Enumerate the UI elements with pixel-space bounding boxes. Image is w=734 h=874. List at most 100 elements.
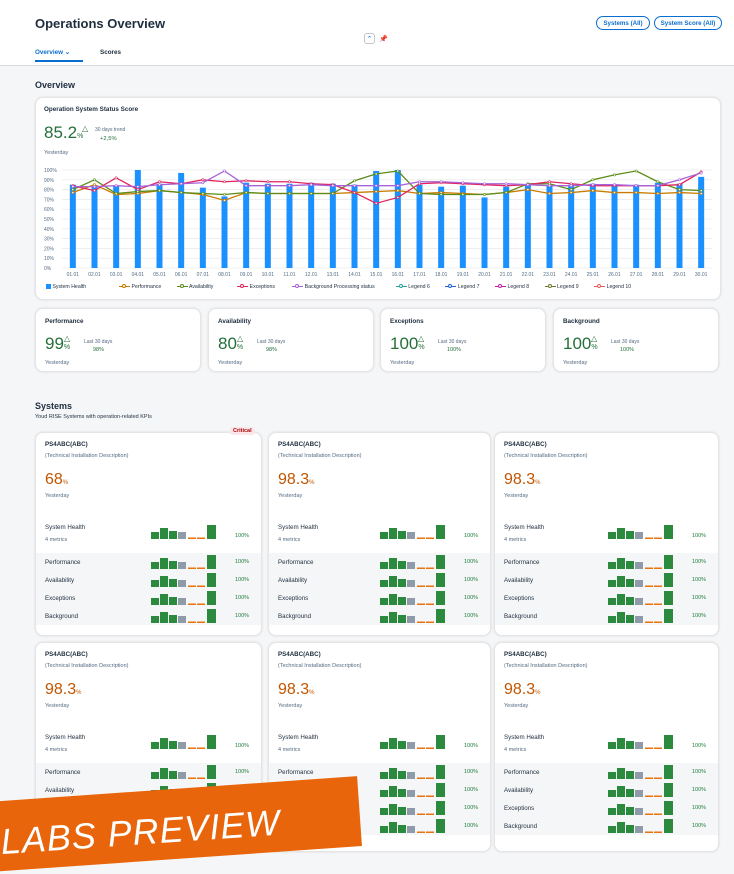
point-performance: [678, 191, 681, 194]
metric-row[interactable]: Performance 100%: [36, 763, 261, 781]
kpi-card-background[interactable]: Background 100% △ Last 30 days 100% Yesterday: [553, 308, 719, 372]
point-background-processing-status: [309, 183, 313, 187]
x-tick-label: 17.01: [413, 272, 426, 278]
metric-percent: 100%: [692, 595, 707, 601]
metric-percent: 100%: [464, 769, 479, 775]
point-background-processing-status: [266, 184, 270, 188]
bar-system-health: [633, 184, 640, 268]
system-health-metrics: 4 metrics: [45, 537, 68, 543]
metric-row[interactable]: Availability 100%: [269, 571, 490, 589]
point-performance: [591, 189, 595, 192]
point-background-processing-status: [504, 182, 508, 186]
y-tick-label: 50%: [44, 217, 55, 223]
point-background-processing-status: [114, 184, 118, 188]
kpi-card-exceptions[interactable]: Exceptions 100% △ Last 30 days 100% Yesterday: [380, 308, 546, 372]
metric-row[interactable]: Background 100%: [495, 817, 718, 835]
chevron-up-icon[interactable]: ⌃: [364, 33, 375, 44]
point-background-processing-status: [613, 183, 616, 187]
system-card[interactable]: PS4ABC(ABC) (Technical Installation Descr…: [35, 432, 262, 636]
system-description: (Technical Installation Description): [504, 663, 588, 669]
point-background-processing-status: [353, 184, 356, 188]
metric-row[interactable]: Performance 100%: [36, 553, 261, 571]
system-card[interactable]: PS4ABC(ABC) (Technical Installation Descr…: [494, 432, 719, 636]
x-tick-label: 22.01: [522, 272, 535, 278]
pin-icon[interactable]: 📌: [378, 33, 389, 44]
system-health-metrics: 4 metrics: [504, 747, 527, 753]
metric-rows: Performance100%Availability100%Exception…: [495, 763, 718, 835]
bar-system-health: [611, 184, 618, 268]
overview-heading: Overview: [35, 80, 76, 90]
system-score: 98.3%: [504, 471, 541, 488]
system-health-percent: 100%: [464, 743, 479, 749]
x-tick-label: 11.01: [283, 272, 295, 278]
point-background-processing-status: [483, 182, 486, 186]
system-name: PS4ABC(ABC): [504, 651, 547, 658]
metric-row[interactable]: Exceptions 100%: [495, 589, 718, 607]
metric-row[interactable]: Background 100%: [269, 607, 490, 625]
bar-system-health: [243, 182, 250, 268]
y-tick-label: 60%: [44, 207, 55, 213]
point-availability: [396, 169, 400, 173]
kpi-date-label: Yesterday: [218, 360, 243, 366]
kpi-title: Performance: [45, 318, 84, 325]
system-description: (Technical Installation Description): [45, 663, 129, 669]
metric-row[interactable]: Availability 100%: [495, 781, 718, 799]
system-score-filter-button[interactable]: System Score (All): [654, 16, 722, 30]
metric-row[interactable]: Exceptions 100%: [269, 589, 490, 607]
metric-row[interactable]: Performance 100%: [269, 553, 490, 571]
kpi-card-performance[interactable]: Performance 99% △ Last 30 days 98% Yesterday: [35, 308, 201, 372]
metric-row[interactable]: Availability 100%: [495, 571, 718, 589]
point-background-processing-status: [634, 184, 638, 188]
metric-percent: 100%: [692, 769, 707, 775]
line-performance: [72, 183, 702, 202]
system-health-label: System Health: [278, 524, 319, 531]
point-availability: [266, 192, 270, 195]
metric-row[interactable]: Exceptions 100%: [36, 589, 261, 607]
point-availability: [244, 191, 248, 194]
kpi-period-label: Last 30 days: [611, 339, 640, 345]
system-score-label: Yesterday: [45, 493, 70, 499]
tab-scores[interactable]: Scores: [100, 49, 121, 56]
metric-row[interactable]: Performance 100%: [495, 553, 718, 571]
metric-label: Availability: [504, 577, 534, 584]
legend-item: Availability: [176, 283, 213, 290]
point-performance: [548, 192, 551, 195]
metric-percent: 100%: [692, 823, 707, 829]
metric-row[interactable]: Exceptions 100%: [495, 799, 718, 817]
system-score-label: Yesterday: [45, 703, 70, 709]
metric-label: Availability: [504, 787, 534, 794]
legend-item: Legend 10: [594, 283, 631, 290]
bar-system-health: [459, 185, 466, 268]
line-background-processing-status: [72, 170, 702, 188]
tab-overview[interactable]: Overview ⌄: [35, 49, 70, 56]
bar-system-health: [286, 183, 293, 268]
point-exceptions: [288, 180, 291, 184]
point-background-processing-status: [331, 184, 335, 188]
system-card[interactable]: PS4ABC(ABC) (Technical Installation Descr…: [268, 432, 491, 636]
legend-item: Legend 9: [544, 283, 579, 290]
metric-row[interactable]: Availability 100%: [36, 571, 261, 589]
point-exceptions: [158, 180, 161, 184]
point-background-processing-status: [461, 181, 465, 185]
metric-row[interactable]: Background 100%: [495, 607, 718, 625]
x-tick-label: 24.01: [565, 272, 578, 278]
system-score-label: Yesterday: [278, 703, 303, 709]
systems-filter-button[interactable]: Systems (All): [596, 16, 650, 30]
point-background-processing-status: [526, 183, 530, 187]
metric-row[interactable]: Performance 100%: [269, 763, 490, 781]
legend-item: System Health: [46, 284, 86, 290]
system-health-percent: 100%: [464, 533, 479, 539]
metric-row[interactable]: Background 100%: [36, 607, 261, 625]
system-card[interactable]: PS4ABC(ABC) (Technical Installation Descr…: [494, 642, 719, 852]
point-background-processing-status: [418, 180, 421, 184]
system-health-label: System Health: [45, 734, 86, 741]
system-health-label: System Health: [504, 734, 545, 741]
point-exceptions: [374, 201, 378, 205]
point-exceptions: [353, 191, 356, 194]
bar-system-health: [416, 184, 423, 268]
metric-label: Performance: [504, 769, 540, 776]
point-background-processing-status: [678, 178, 681, 182]
metric-row[interactable]: Performance 100%: [495, 763, 718, 781]
system-description: (Technical Installation Description): [278, 453, 362, 459]
kpi-card-availability[interactable]: Availability 80% △ Last 30 days 98% Yesterday: [208, 308, 374, 372]
